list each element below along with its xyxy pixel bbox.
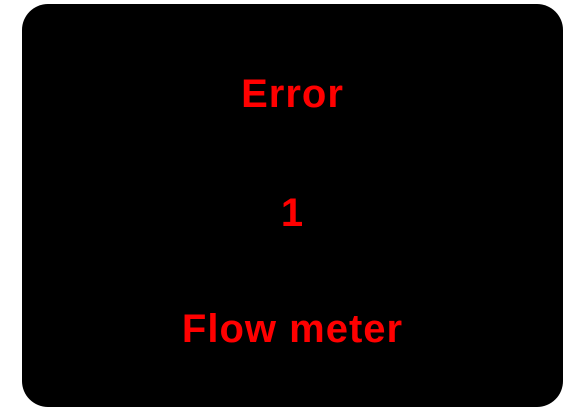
error-description: Flow meter [181, 307, 404, 351]
error-code: 1 [280, 191, 305, 235]
error-display: Error 1 Flow meter [22, 4, 563, 407]
error-title: Error [241, 72, 344, 116]
